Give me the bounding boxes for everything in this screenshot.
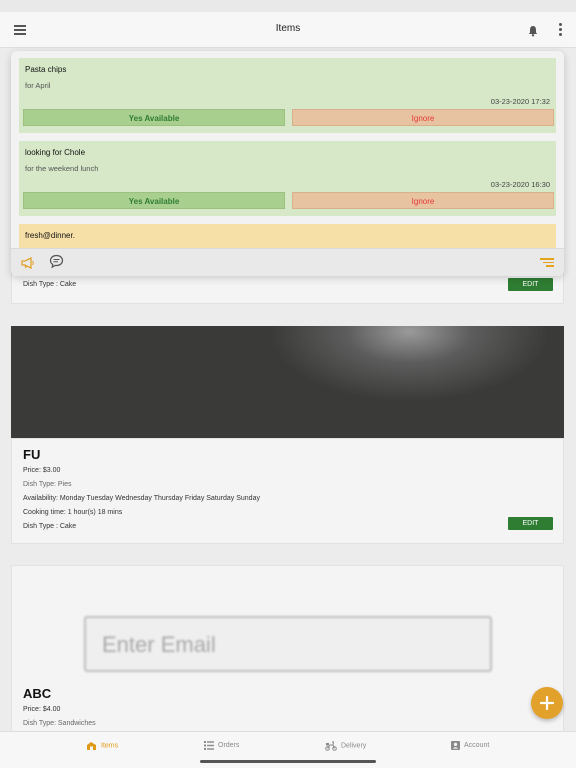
- kebab-menu-icon[interactable]: [559, 23, 563, 37]
- megaphone-icon[interactable]: [21, 256, 35, 270]
- item-photo: [11, 326, 564, 438]
- home-indicator: [200, 760, 376, 763]
- popup-footer: [11, 248, 564, 276]
- item-image-text: Enter Email: [102, 632, 216, 657]
- item-image-email-field: Enter Email: [84, 616, 492, 672]
- tab-orders[interactable]: Orders: [204, 741, 239, 755]
- notifications-list[interactable]: Pasta chips for April 03-23-2020 17:32 Y…: [19, 58, 556, 253]
- popup-notch: [535, 51, 551, 59]
- tab-label: Items: [101, 742, 119, 750]
- filter-icon[interactable]: [540, 258, 554, 268]
- notification-timestamp: 03-23-2020 17:32: [490, 97, 550, 106]
- ignore-button[interactable]: Ignore: [292, 192, 554, 209]
- item-card: FU Price: $3.00 Dish Type: Pies Availabi…: [11, 438, 564, 544]
- add-item-button[interactable]: [531, 687, 563, 719]
- top-app-bar: Items: [0, 12, 576, 48]
- ignore-button[interactable]: Ignore: [292, 109, 554, 126]
- notification-timestamp: 03-23-2020 16:30: [490, 180, 550, 189]
- item-availability: Availability: Monday Tuesday Wednesday T…: [23, 495, 260, 502]
- page-title: Items: [275, 23, 301, 34]
- chat-bubble-icon[interactable]: [49, 254, 64, 269]
- edit-button[interactable]: EDIT: [508, 517, 553, 530]
- yes-available-button[interactable]: Yes Available: [23, 109, 285, 126]
- notification-title: Pasta chips: [25, 65, 67, 74]
- item-dish-category: Dish Type : Cake: [23, 281, 77, 288]
- bell-icon[interactable]: [527, 24, 539, 37]
- item-name: ABC: [23, 686, 52, 701]
- notification-description: for April: [25, 81, 51, 90]
- tab-label: Delivery: [341, 742, 367, 750]
- item-dish-type: Dish Type: Sandwiches: [23, 720, 96, 727]
- item-name: FU: [23, 447, 41, 462]
- item-price: Price: $3.00: [23, 467, 61, 474]
- tab-delivery[interactable]: Delivery: [325, 741, 366, 755]
- tab-label: Account: [464, 742, 490, 749]
- yes-available-button[interactable]: Yes Available: [23, 192, 285, 209]
- notification-item: Pasta chips for April 03-23-2020 17:32 Y…: [19, 58, 556, 133]
- account-icon: [451, 741, 460, 750]
- tab-account[interactable]: Account: [451, 741, 489, 755]
- notifications-popup: Pasta chips for April 03-23-2020 17:32 Y…: [11, 51, 564, 276]
- edit-button[interactable]: EDIT: [508, 278, 553, 291]
- item-dish-category: Dish Type : Cake: [23, 523, 77, 530]
- item-cooking-time: Cooking time: 1 hour(s) 18 mins: [23, 509, 123, 516]
- items-icon: [87, 742, 96, 750]
- notification-description: for the weekend lunch: [25, 164, 99, 173]
- notification-title: looking for Chole: [25, 148, 86, 157]
- notification-title: fresh@dinner.: [25, 231, 75, 240]
- scooter-icon: [325, 741, 337, 751]
- item-dish-type: Dish Type: Pies: [23, 481, 72, 488]
- notification-item: looking for Chole for the weekend lunch …: [19, 141, 556, 216]
- item-price: Price: $4.00: [23, 706, 61, 713]
- tab-label: Orders: [218, 742, 240, 749]
- tab-items[interactable]: Items: [86, 741, 118, 755]
- list-icon: [204, 741, 214, 750]
